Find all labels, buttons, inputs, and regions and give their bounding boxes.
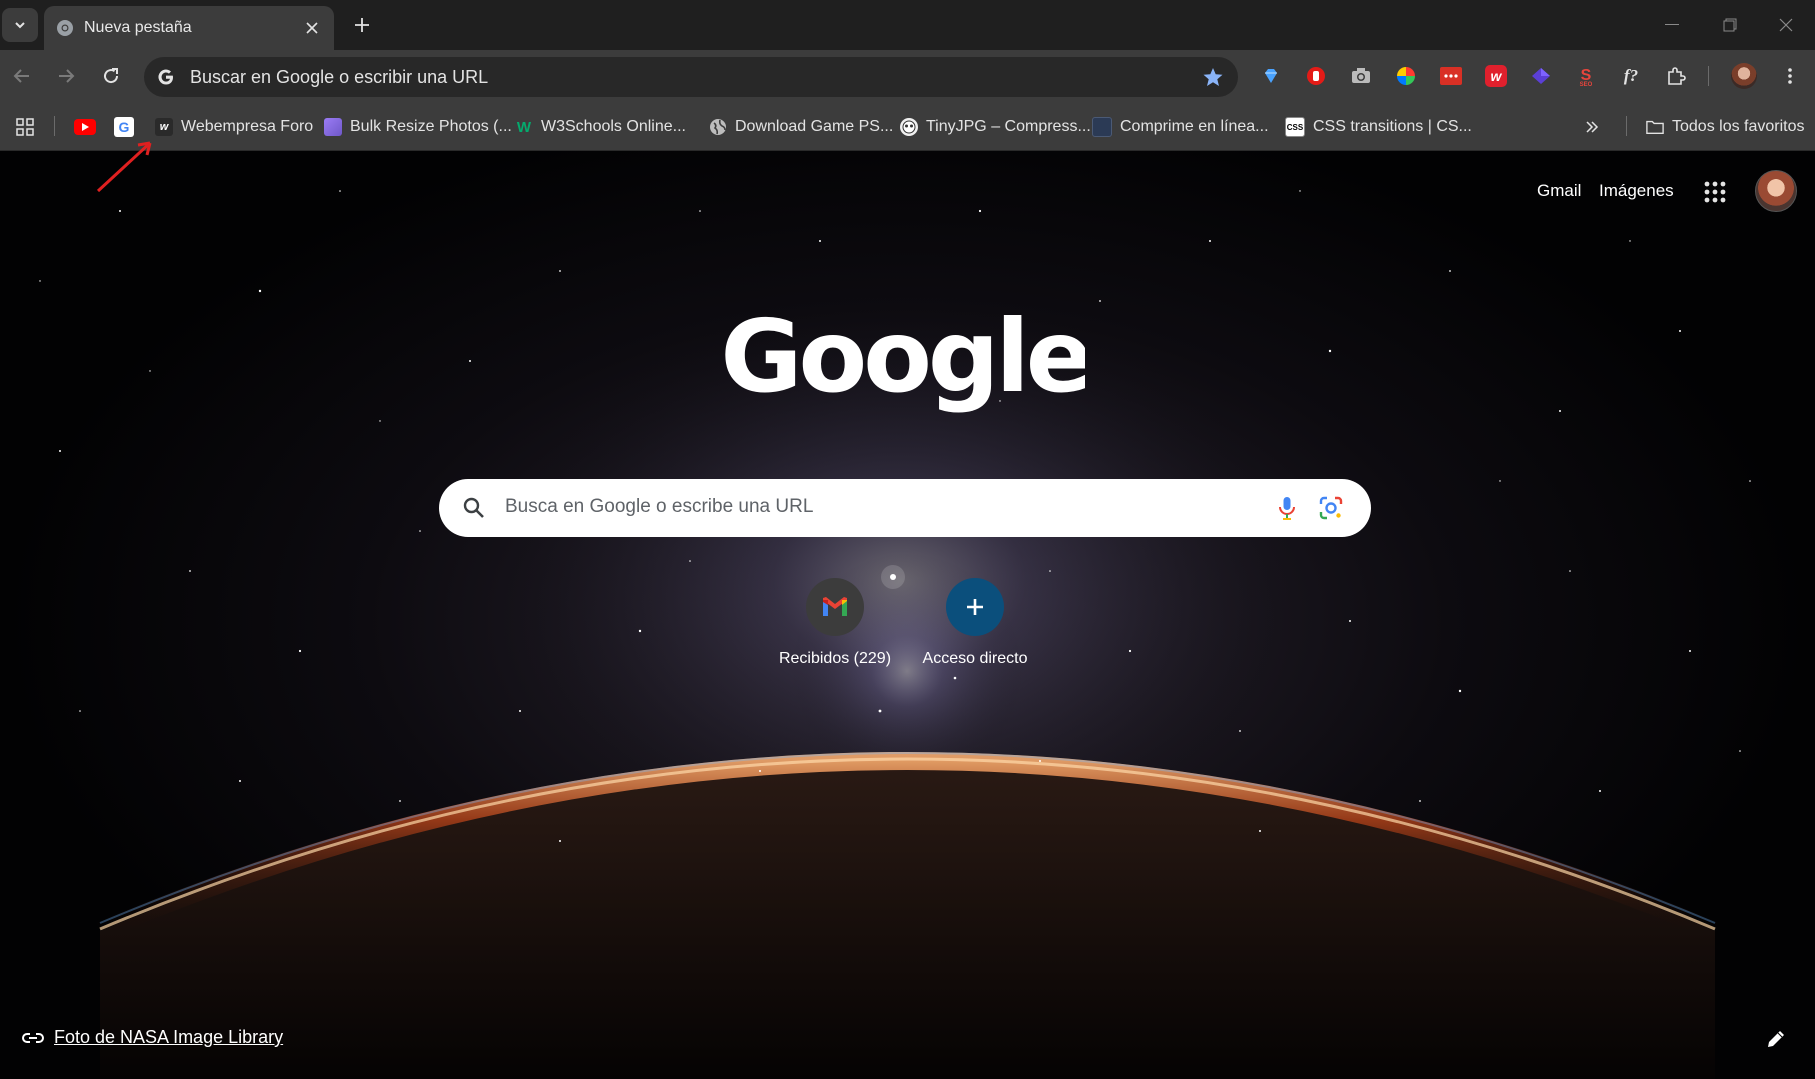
account-avatar[interactable] bbox=[1755, 170, 1797, 212]
svg-text:SEO: SEO bbox=[1580, 82, 1593, 87]
search-icon bbox=[463, 497, 484, 518]
layers-extension-icon[interactable] bbox=[1529, 64, 1553, 88]
back-arrow-icon bbox=[13, 69, 29, 83]
bookmark-w3schools[interactable]: W W3Schools Online... bbox=[515, 114, 686, 140]
add-shortcut-button[interactable]: Acceso directo bbox=[915, 578, 1035, 668]
google-logo: Google bbox=[725, 299, 1085, 415]
address-bar[interactable]: Buscar en Google o escribir una URL bbox=[144, 57, 1238, 97]
chrome-icon bbox=[57, 20, 73, 36]
globe-icon bbox=[709, 118, 727, 136]
google-g-icon bbox=[158, 69, 173, 85]
folder-icon bbox=[1646, 118, 1664, 136]
bookmarks-bar: G w Webempresa Foro Bulk Resize Photos (… bbox=[0, 102, 1815, 151]
browser-toolbar: Buscar en Google o escribir una URL w SS… bbox=[0, 50, 1815, 102]
bookmark-tinyjpg[interactable]: TinyJPG – Compress... bbox=[900, 114, 1091, 140]
compress-icon bbox=[1092, 117, 1112, 137]
gmail-link[interactable]: Gmail bbox=[1537, 181, 1581, 201]
menu-kebab-icon[interactable] bbox=[1778, 64, 1802, 88]
font-finder-extension-icon[interactable]: f? bbox=[1619, 64, 1643, 88]
toolbar-divider bbox=[1708, 66, 1709, 86]
bookmark-star-icon[interactable] bbox=[1202, 66, 1224, 88]
close-window-button[interactable] bbox=[1757, 0, 1815, 50]
svg-text:Google: Google bbox=[725, 299, 1085, 415]
photo-credit[interactable]: Foto de NASA Image Library bbox=[22, 1027, 283, 1048]
minimize-button[interactable] bbox=[1643, 0, 1701, 50]
all-bookmarks-button[interactable]: Todos los favoritos bbox=[1646, 114, 1805, 140]
annotation-arrow-icon bbox=[96, 141, 152, 193]
minimize-icon bbox=[1665, 24, 1679, 25]
apps-shortcut-button[interactable] bbox=[16, 114, 34, 140]
forward-button[interactable] bbox=[50, 60, 82, 92]
google-lens-icon[interactable] bbox=[1317, 494, 1345, 522]
search-box[interactable]: Busca en Google o escribe una URL bbox=[439, 479, 1371, 537]
youtube-icon bbox=[74, 119, 96, 135]
bookmark-bulk-resize[interactable]: Bulk Resize Photos (... bbox=[324, 114, 512, 140]
address-bar-text: Buscar en Google o escribir una URL bbox=[190, 67, 489, 87]
profile-avatar[interactable] bbox=[1731, 63, 1757, 89]
voice-search-icon[interactable] bbox=[1273, 494, 1301, 522]
tab-new-tab[interactable]: Nueva pestaña bbox=[44, 6, 334, 50]
diamond-extension-icon[interactable] bbox=[1259, 64, 1283, 88]
gmail-icon bbox=[806, 578, 864, 636]
tab-strip: Nueva pestaña bbox=[0, 0, 1815, 50]
shortcut-label: Acceso directo bbox=[922, 650, 1028, 667]
images-link[interactable]: Imágenes bbox=[1599, 181, 1674, 201]
forward-arrow-icon bbox=[59, 69, 75, 83]
adblock-extension-icon[interactable] bbox=[1304, 64, 1328, 88]
seo-extension-icon[interactable]: S SEO bbox=[1574, 64, 1598, 88]
google-icon: G bbox=[114, 117, 134, 137]
lorem-extension-icon[interactable] bbox=[1439, 64, 1463, 88]
tab-search-button[interactable] bbox=[2, 8, 38, 42]
svg-text:w: w bbox=[1491, 68, 1503, 84]
bulk-resize-icon bbox=[324, 118, 342, 136]
chevron-down-icon bbox=[15, 22, 25, 29]
google-apps-icon[interactable] bbox=[1700, 177, 1730, 207]
search-input[interactable]: Busca en Google o escribe una URL bbox=[505, 496, 813, 518]
webempresa-extension-icon[interactable]: w bbox=[1484, 64, 1508, 88]
restore-icon bbox=[1723, 18, 1737, 32]
webempresa-icon: w bbox=[155, 118, 173, 136]
shortcut-label: Recibidos (229) bbox=[778, 650, 892, 667]
apps-grid-icon bbox=[16, 118, 34, 136]
color-picker-extension-icon[interactable] bbox=[1394, 64, 1418, 88]
photo-credit-link[interactable]: Foto de NASA Image Library bbox=[54, 1027, 283, 1048]
bookmark-comprime[interactable]: Comprime en línea... bbox=[1092, 114, 1269, 140]
restore-button[interactable] bbox=[1701, 0, 1759, 50]
bookmarks-divider-right bbox=[1626, 116, 1627, 136]
double-chevron-right-icon bbox=[1586, 121, 1599, 133]
w3schools-icon: W bbox=[516, 118, 532, 136]
link-icon bbox=[22, 1032, 44, 1043]
close-icon bbox=[1779, 18, 1793, 32]
tinyjpg-icon bbox=[900, 118, 918, 136]
extensions-puzzle-icon[interactable] bbox=[1664, 64, 1688, 88]
bookmark-download-game[interactable]: Download Game PS... bbox=[709, 114, 893, 140]
back-button[interactable] bbox=[6, 60, 38, 92]
customize-pencil-icon[interactable] bbox=[1765, 1028, 1787, 1050]
css3-icon: CSS bbox=[1285, 117, 1305, 137]
more-bookmarks-button[interactable] bbox=[1585, 114, 1599, 140]
bookmark-css-transitions[interactable]: CSS CSS transitions | CS... bbox=[1285, 114, 1472, 140]
new-tab-button[interactable] bbox=[346, 9, 378, 41]
reload-icon bbox=[104, 68, 119, 84]
space-background bbox=[39, 190, 1751, 1079]
bookmark-webempresa-foro[interactable]: w Webempresa Foro bbox=[155, 114, 313, 140]
camera-extension-icon[interactable] bbox=[1349, 64, 1373, 88]
reload-button[interactable] bbox=[95, 60, 127, 92]
tab-title: Nueva pestaña bbox=[84, 19, 192, 36]
plus-icon bbox=[946, 578, 1004, 636]
close-tab-icon[interactable] bbox=[300, 16, 324, 40]
shortcut-gmail[interactable]: Recibidos (229) bbox=[775, 578, 895, 668]
bookmarks-divider bbox=[54, 116, 55, 136]
new-tab-page: Gmail Imágenes Google Busca en Google o … bbox=[0, 151, 1815, 1079]
plus-icon bbox=[355, 18, 369, 32]
